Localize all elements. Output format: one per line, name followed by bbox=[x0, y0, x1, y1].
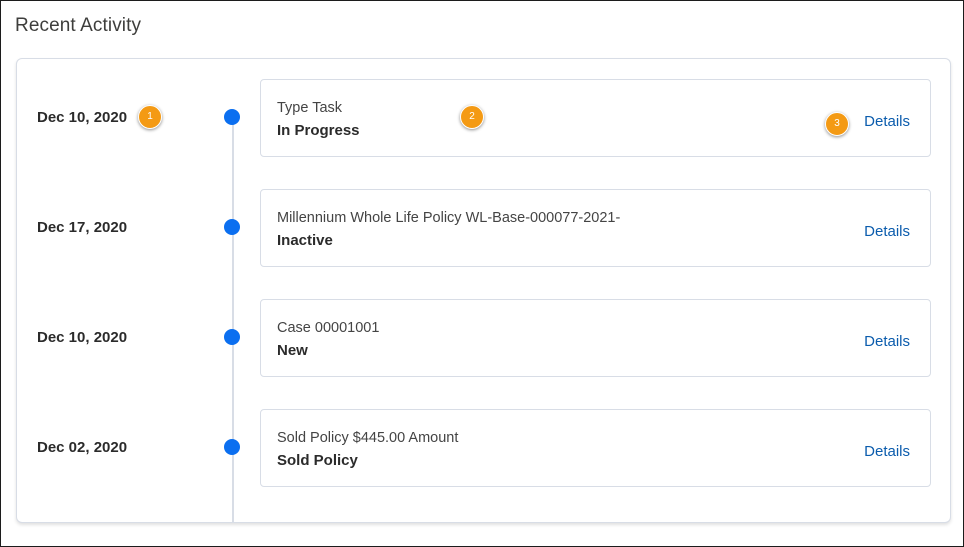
activity-title: Sold Policy $445.00 Amount bbox=[277, 430, 459, 446]
details-link[interactable]: Details bbox=[864, 333, 910, 350]
timeline-row: Dec 02, 2020 Sold Policy $445.00 Amount … bbox=[17, 409, 950, 487]
callout-badge-3: 3 bbox=[825, 112, 849, 136]
activity-item: Sold Policy $445.00 Amount Sold Policy D… bbox=[260, 409, 931, 487]
activity-date: Dec 02, 2020 bbox=[37, 439, 128, 456]
recent-activity-panel: Recent Activity Dec 10, 2020 Type Task I… bbox=[0, 0, 964, 547]
activity-title: Type Task bbox=[277, 100, 343, 116]
activity-title: Case 00001001 bbox=[277, 320, 380, 336]
activity-title: Millennium Whole Life Policy WL-Base-000… bbox=[277, 210, 621, 226]
timeline-dot bbox=[224, 219, 240, 235]
activity-status: Sold Policy bbox=[277, 452, 358, 469]
timeline-dot bbox=[224, 439, 240, 455]
section-title: Recent Activity bbox=[15, 15, 142, 36]
activity-status: In Progress bbox=[277, 122, 360, 139]
timeline-row: Dec 10, 2020 Case 00001001 New Details bbox=[17, 299, 950, 377]
timeline-dot bbox=[224, 109, 240, 125]
activity-timeline-card: Dec 10, 2020 Type Task In Progress Detai… bbox=[16, 58, 951, 523]
timeline-row: Dec 17, 2020 Millennium Whole Life Polic… bbox=[17, 189, 950, 267]
timeline-dot bbox=[224, 329, 240, 345]
activity-status: New bbox=[277, 342, 308, 359]
activity-date: Dec 10, 2020 bbox=[37, 109, 128, 126]
details-link[interactable]: Details bbox=[864, 113, 910, 130]
activity-item: Case 00001001 New Details bbox=[260, 299, 931, 377]
details-link[interactable]: Details bbox=[864, 223, 910, 240]
callout-badge-2: 2 bbox=[460, 105, 484, 129]
activity-item: Millennium Whole Life Policy WL-Base-000… bbox=[260, 189, 931, 267]
details-link[interactable]: Details bbox=[864, 443, 910, 460]
activity-date: Dec 10, 2020 bbox=[37, 329, 128, 346]
callout-badge-1: 1 bbox=[138, 105, 162, 129]
activity-date: Dec 17, 2020 bbox=[37, 219, 128, 236]
activity-status: Inactive bbox=[277, 232, 333, 249]
